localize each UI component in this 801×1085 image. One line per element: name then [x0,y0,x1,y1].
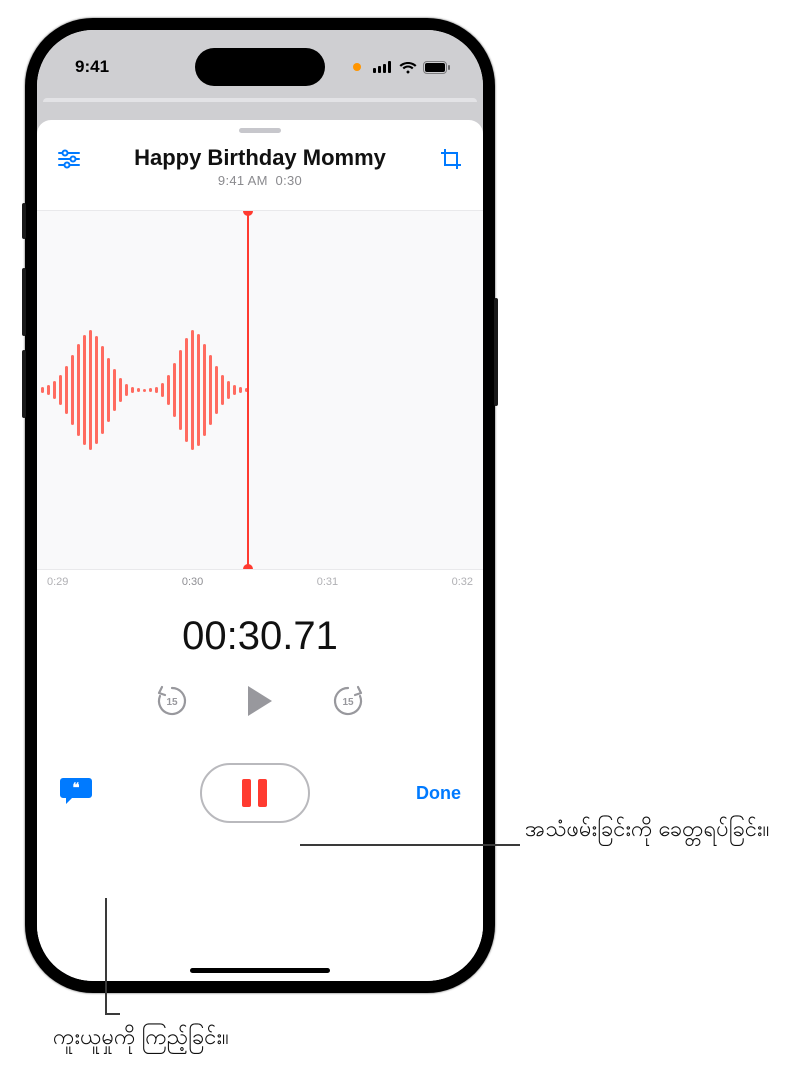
crop-icon[interactable] [437,145,465,173]
side-button-volume-down [22,350,26,418]
svg-text:15: 15 [166,697,178,708]
ruler-tick: 0:29 [47,576,68,588]
privacy-indicator-icon [353,63,361,71]
home-indicator[interactable] [190,968,330,973]
phone-device: 9:41 Happy Birthday Mommy [25,18,495,993]
side-button-silence [22,203,26,239]
status-right [353,61,451,74]
playhead[interactable] [247,211,249,569]
forward-15-icon[interactable]: 15 [328,681,368,721]
play-icon[interactable] [240,681,280,721]
svg-text:15: 15 [342,697,354,708]
transcript-button[interactable]: ❝ [59,775,93,812]
sheet-header: Happy Birthday Mommy 9:41 AM 0:30 [37,139,483,188]
screen: 9:41 Happy Birthday Mommy [37,30,483,981]
bottom-row: ❝ Done [37,763,483,823]
callout-transcript: ကူးယူမှုကို ကြည့်ခြင်း။ [53,1020,229,1053]
pause-record-button[interactable] [200,763,310,823]
ruler-tick: 0:31 [317,576,338,588]
rewind-15-icon[interactable]: 15 [152,681,192,721]
settings-icon[interactable] [55,145,83,173]
status-time: 9:41 [75,57,109,77]
cellular-icon [373,61,393,73]
pause-bar-icon [242,779,251,807]
pause-bar-icon [258,779,267,807]
sheet-grabber[interactable] [239,128,281,133]
transport-controls: 15 15 [37,681,483,721]
callout-pause: အသံဖမ်းခြင်းကို ခေတ္တရပ်ခြင်း။ [525,812,769,845]
elapsed-time: 00:30.71 [37,614,483,659]
side-button-volume-up [22,268,26,336]
dynamic-island [195,48,325,86]
done-button[interactable]: Done [416,783,461,804]
waveform-area[interactable] [37,210,483,570]
callout-line [300,844,520,846]
ruler-tick: 0:32 [452,576,473,588]
waveform-icon [37,330,248,450]
svg-text:❝: ❝ [73,780,80,795]
callout-line [105,1013,120,1015]
battery-icon [423,61,451,74]
recording-subtitle: 9:41 AM 0:30 [83,173,437,188]
ruler-tick: 0:30 [182,576,203,588]
side-button-power [494,298,498,406]
recording-title: Happy Birthday Mommy [83,145,437,171]
sheet-backdrop: Happy Birthday Mommy 9:41 AM 0:30 [37,92,483,981]
callout-line [105,898,107,1013]
time-ruler: 0:29 0:30 0:31 0:32 [37,570,483,588]
title-block: Happy Birthday Mommy 9:41 AM 0:30 [83,145,437,188]
recording-sheet: Happy Birthday Mommy 9:41 AM 0:30 [37,120,483,981]
wifi-icon [399,61,417,74]
